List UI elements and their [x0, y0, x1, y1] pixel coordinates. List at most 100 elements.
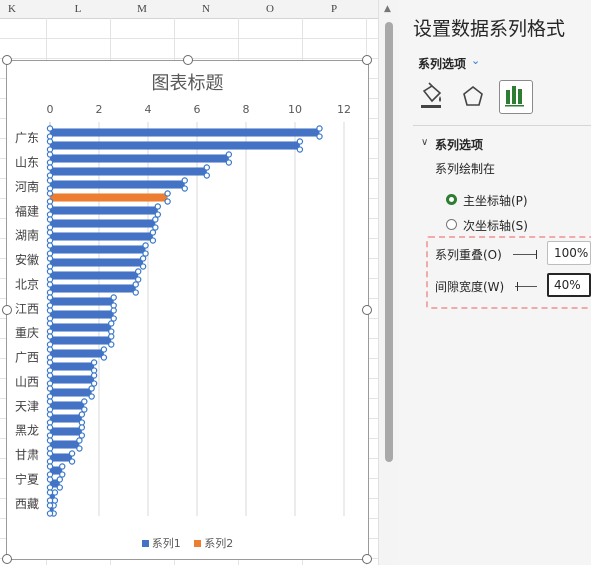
primary-axis-radio[interactable]	[446, 194, 457, 205]
column-header-n[interactable]: N	[175, 0, 237, 18]
bar[interactable]	[50, 180, 185, 189]
bar[interactable]	[50, 453, 73, 462]
x-tick-label: 10	[288, 103, 302, 116]
collapse-chevron-icon[interactable]: ∨	[421, 137, 428, 148]
plot-series-on-label: 系列绘制在	[435, 162, 496, 176]
bar[interactable]	[50, 193, 168, 202]
data-point-handle	[100, 354, 108, 361]
scroll-up-arrow-icon[interactable]: ▲	[384, 4, 391, 14]
category-label: 湖南	[15, 228, 39, 243]
data-point-handle	[164, 198, 171, 205]
bar[interactable]	[50, 310, 114, 319]
bar[interactable]	[50, 375, 95, 384]
chart-legend[interactable]: 系列1 系列2	[7, 535, 368, 551]
bar[interactable]	[50, 336, 112, 345]
column-header-o[interactable]: O	[239, 0, 301, 18]
data-point-handle	[46, 450, 54, 457]
section-title[interactable]: 系列选项	[435, 136, 483, 153]
bar[interactable]	[50, 219, 156, 228]
bar[interactable]	[50, 349, 104, 358]
category-label: 江西	[15, 302, 39, 316]
bar[interactable]	[50, 141, 300, 150]
column-header-k[interactable]: K	[0, 0, 24, 18]
bar[interactable]	[50, 323, 112, 332]
bar[interactable]	[50, 206, 158, 215]
category-label: 重庆	[15, 326, 39, 340]
bar[interactable]	[50, 297, 114, 306]
x-tick-label: 2	[96, 103, 103, 116]
effects-tab[interactable]	[457, 80, 489, 112]
legend-label-series1: 系列1	[151, 537, 181, 550]
fill-line-tab[interactable]	[415, 80, 447, 112]
column-header-l[interactable]: L	[47, 0, 109, 18]
series-overlap-slider[interactable]	[513, 254, 537, 255]
secondary-axis-radio[interactable]	[446, 219, 457, 230]
column-header-m[interactable]: M	[111, 0, 173, 18]
chart-object[interactable]: 图表标题 0 2 4 6 8 10 12 广东 山东 河南 福建 湖南 安徽 北京 江西 重庆 广西 山西 天津 黑龙…	[6, 60, 369, 560]
legend-label-series2: 系列2	[204, 537, 234, 550]
category-label: 山西	[15, 375, 39, 389]
bar[interactable]	[50, 232, 153, 241]
bar[interactable]	[50, 128, 320, 137]
x-tick-label: 8	[243, 103, 250, 116]
data-point-handle	[46, 151, 54, 158]
bar[interactable]	[50, 258, 144, 267]
data-point-handle	[46, 398, 54, 405]
data-point-handle	[68, 450, 76, 457]
data-point-handle	[56, 476, 64, 483]
bar[interactable]	[50, 271, 139, 280]
series-options-dropdown[interactable]: 系列选项	[418, 55, 466, 72]
chevron-down-icon[interactable]: ⌄	[471, 54, 480, 67]
series-overlap-input[interactable]: 100%	[547, 241, 591, 265]
scroll-thumb[interactable]	[385, 22, 393, 462]
column-header-p[interactable]: P	[303, 0, 365, 18]
bar[interactable]	[50, 167, 207, 176]
data-point-handle	[46, 411, 54, 418]
bar[interactable]	[50, 154, 229, 163]
category-label: 宁夏	[15, 471, 39, 486]
data-point-handle	[46, 359, 54, 366]
bar[interactable]	[50, 440, 80, 449]
data-point-handle	[46, 372, 54, 379]
gap-width-slider[interactable]	[515, 286, 537, 287]
resize-handle-bottom-left[interactable]	[2, 554, 12, 564]
secondary-axis-label[interactable]: 次坐标轴(S)	[463, 217, 528, 234]
tab-divider	[413, 125, 591, 126]
primary-axis-label[interactable]: 主坐标轴(P)	[463, 192, 528, 209]
bar[interactable]	[50, 414, 82, 423]
legend-item-series1[interactable]: 系列1	[141, 535, 181, 551]
vertical-scrollbar[interactable]: ▲	[378, 0, 399, 565]
data-point-handle	[46, 125, 54, 132]
resize-handle-left[interactable]	[2, 305, 12, 315]
resize-handle-top[interactable]	[183, 55, 193, 65]
data-point-handle	[108, 333, 115, 340]
data-point-handle	[88, 385, 95, 392]
data-point-handle	[46, 437, 54, 444]
resize-handle-top-left[interactable]	[2, 55, 12, 65]
bar[interactable]	[50, 427, 82, 436]
data-point-handle	[46, 177, 54, 184]
data-point-handle	[46, 346, 54, 353]
data-point-handle	[46, 476, 54, 483]
x-tick-label: 0	[47, 103, 54, 116]
legend-item-series2[interactable]: 系列2	[194, 535, 233, 551]
bar[interactable]	[50, 284, 136, 293]
data-point-handle	[46, 203, 54, 210]
data-point-handle	[132, 281, 139, 288]
data-point-handle	[46, 242, 54, 249]
series-overlap-slider-knob[interactable]	[536, 250, 537, 259]
gap-width-input[interactable]: 40%	[547, 273, 591, 297]
resize-handle-bottom-right[interactable]	[362, 554, 372, 564]
resize-handle-right[interactable]	[362, 305, 372, 315]
series-overlap-label: 系列重叠(O)	[435, 248, 502, 262]
data-point-handle	[76, 437, 83, 444]
bar[interactable]	[50, 362, 95, 371]
series-options-tab[interactable]	[499, 80, 533, 114]
bar[interactable]	[50, 388, 92, 397]
bar[interactable]	[50, 401, 85, 410]
bar-chart-plot[interactable]: 0 2 4 6 8 10 12 广东山东河南福建湖南安徽北京江西重庆广西山西天津黑龙甘肃宁夏西…	[7, 61, 368, 559]
gap-width-slider-knob[interactable]	[517, 282, 518, 291]
resize-handle-top-right[interactable]	[362, 55, 372, 65]
bar[interactable]	[50, 245, 146, 254]
x-tick-label: 6	[194, 103, 201, 116]
